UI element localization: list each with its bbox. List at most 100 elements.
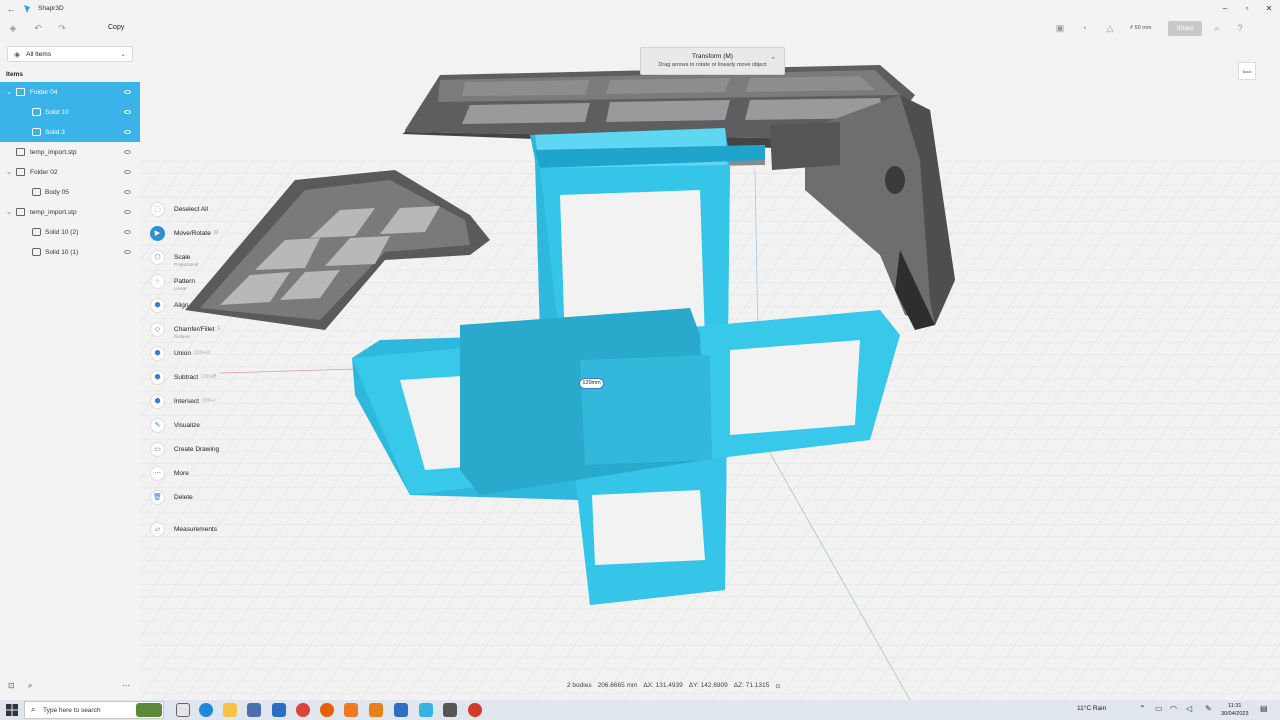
tree-item-solid-10-1[interactable]: Solid 10 (1) <box>0 242 140 262</box>
task-view-icon[interactable] <box>176 703 190 717</box>
help-icon[interactable]: ? <box>1234 22 1246 34</box>
undo-icon[interactable]: ↶ <box>32 22 44 34</box>
windows-start-icon[interactable] <box>6 704 18 716</box>
settings-icon[interactable]: ⊙ <box>775 682 780 690</box>
visibility-eye-icon[interactable] <box>124 170 131 174</box>
ctx-align[interactable]: ⬢ Align <box>150 296 188 314</box>
tree-item-label: temp_import.stp <box>30 208 77 216</box>
ctx-subtract[interactable]: ⬢ Subtract Ctrl+B <box>150 368 217 386</box>
ctx-deselect-all[interactable]: ⬚ Deselect All <box>150 200 208 218</box>
app-gray-icon[interactable] <box>443 703 457 717</box>
visibility-eye-icon[interactable] <box>124 90 131 94</box>
tree-item-solid-10[interactable]: Solid 10 <box>0 102 140 122</box>
copy-button[interactable]: Copy <box>108 24 124 31</box>
tree-item-label: Solid 10 (1) <box>45 248 79 256</box>
dimension-input[interactable]: 120mm <box>579 378 604 389</box>
chevron-down-icon[interactable]: ⌄ <box>6 168 12 176</box>
render-icon[interactable]: △ <box>1104 22 1116 34</box>
ctx-create-drawing[interactable]: ▭ Create Drawing <box>150 440 219 458</box>
notification-icon[interactable]: ▤ <box>1260 704 1268 713</box>
chamfer-fillet-icon: ◇ <box>150 321 165 337</box>
solid-body-icon <box>32 128 41 136</box>
tree-item-folder-04[interactable]: ⌄ Folder 04 <box>0 82 140 102</box>
filter-label: All Items <box>26 50 52 58</box>
visibility-eye-icon[interactable] <box>124 250 131 254</box>
grid-size[interactable]: # 50 mm <box>1130 25 1151 31</box>
tree-item-solid-10-2[interactable]: Solid 10 (2) <box>0 222 140 242</box>
firefox-icon[interactable] <box>320 703 334 717</box>
tree-item-label: Folder 02 <box>30 168 58 176</box>
solid-body-icon <box>32 228 41 236</box>
settings-icon[interactable]: ◔ <box>1078 22 1090 34</box>
ctx-intersect[interactable]: ⬢ Intersect Ctrl+I <box>150 392 215 410</box>
chevron-down-icon[interactable]: ⌄ <box>6 88 12 96</box>
chevron-down-icon[interactable]: ⌄ <box>6 208 12 216</box>
pen-icon[interactable]: ✎ <box>1205 704 1212 713</box>
shapr3d-taskbar-icon[interactable] <box>419 703 433 717</box>
mail-icon[interactable] <box>272 703 286 717</box>
share-button[interactable]: Share <box>1168 21 1202 36</box>
items-filter-dropdown[interactable]: ◈ All Items ⌄ <box>7 46 133 62</box>
ctx-scale[interactable]: ⬡ Scale Proportional <box>150 248 198 267</box>
layers-icon[interactable]: ◈ <box>7 22 19 34</box>
ctx-visualize[interactable]: ✎ Visualize <box>150 416 200 434</box>
weather-widget[interactable]: 11°C Rain <box>1077 705 1106 712</box>
clock[interactable]: 11:31 30/04/2023 <box>1221 702 1249 718</box>
ctx-chamfer-fillet[interactable]: ◇ Chamfer/Fillet F Rollover <box>150 320 221 339</box>
ctx-pattern[interactable]: ⁘ Pattern Linear <box>150 272 195 291</box>
tree-item-solid-3[interactable]: Solid 3 <box>0 122 140 142</box>
ctx-move-rotate[interactable]: ▶ Move/Rotate M <box>150 224 218 242</box>
close-icon[interactable]: ✕ <box>1258 0 1280 17</box>
visibility-eye-icon[interactable] <box>124 150 131 154</box>
visualize-icon: ✎ <box>150 417 165 433</box>
ctx-measurements[interactable]: ▱ Measurements <box>150 520 217 538</box>
visibility-eye-icon[interactable] <box>124 110 131 114</box>
file-explorer-icon[interactable] <box>223 703 237 717</box>
tree-item-temp-import[interactable]: temp_import.stp <box>0 142 140 162</box>
ctx-more[interactable]: ⋯ More <box>150 464 189 482</box>
visibility-eye-icon[interactable] <box>124 230 131 234</box>
network-icon[interactable]: ▭ <box>1155 704 1163 713</box>
app-orange-icon[interactable] <box>344 703 358 717</box>
visibility-eye-icon[interactable] <box>124 130 131 134</box>
more-options-icon[interactable]: ⋯ <box>122 681 130 690</box>
tray-chevron-icon[interactable]: ⌃ <box>1139 704 1146 713</box>
scale-icon: ⬡ <box>150 249 165 265</box>
chrome-icon[interactable] <box>296 703 310 717</box>
redo-icon[interactable]: ↷ <box>56 22 68 34</box>
delta-y: ΔY: 142.6909 <box>688 682 728 689</box>
back-arrow-icon[interactable]: ← <box>0 4 22 14</box>
tree-item-label: Solid 10 <box>45 108 69 116</box>
toolbar: ◈ ↶ ↷ Copy ▣ ◔ △ # 50 mm Share ⌕ ? <box>0 17 1280 40</box>
volume-icon[interactable]: ◁ <box>1186 704 1192 713</box>
camera-icon[interactable]: ▣ <box>1054 22 1066 34</box>
store-icon[interactable] <box>247 703 261 717</box>
minimize-icon[interactable]: – <box>1214 0 1236 17</box>
ctx-union[interactable]: ⬢ Union Ctrl+U <box>150 344 210 362</box>
3d-viewport[interactable]: ⬚ Deselect All ▶ Move/Rotate M ⬡ Scale P… <box>140 40 1280 700</box>
search-icon[interactable]: ⌕ <box>1211 22 1223 34</box>
search-icon[interactable]: ⌕ <box>28 681 32 691</box>
wifi-icon[interactable]: ◠ <box>1170 704 1177 713</box>
app-blue-icon[interactable] <box>394 703 408 717</box>
ctx-delete[interactable]: 🗑 Delete <box>150 488 193 506</box>
chevron-up-icon[interactable]: ⌃ <box>770 56 776 64</box>
search-highlight-icon[interactable] <box>136 703 162 717</box>
transform-title: Transform (M) <box>692 53 733 60</box>
view-cube[interactable]: Back <box>1238 62 1256 80</box>
folder-icon <box>16 168 25 176</box>
tree-item-folder-02[interactable]: ⌄ Folder 02 <box>0 162 140 182</box>
solid-body-icon <box>32 188 41 196</box>
delta-x: ΔX: 131.4939 <box>643 682 683 689</box>
tree-item-temp-import-2[interactable]: ⌄ temp_import.stp <box>0 202 140 222</box>
vlc-icon[interactable] <box>369 703 383 717</box>
maximize-icon[interactable]: ▫ <box>1236 0 1258 17</box>
pattern-icon: ⁘ <box>150 273 165 289</box>
edge-icon[interactable] <box>199 703 213 717</box>
import-icon[interactable]: ⊡ <box>8 681 15 690</box>
scene-canvas[interactable] <box>140 40 1280 700</box>
tree-item-body-05[interactable]: Body 05 <box>0 182 140 202</box>
recorder-icon[interactable] <box>468 703 482 717</box>
visibility-eye-icon[interactable] <box>124 190 131 194</box>
visibility-eye-icon[interactable] <box>124 210 131 214</box>
